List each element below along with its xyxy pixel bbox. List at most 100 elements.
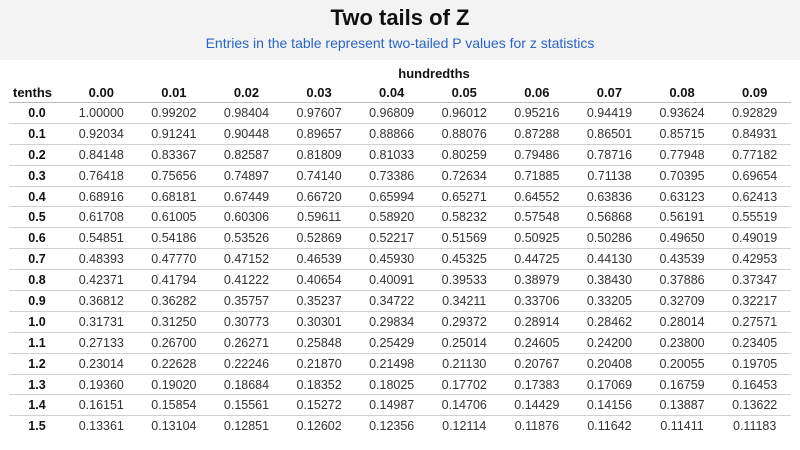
table-cell: 0.52869: [282, 227, 356, 249]
table-row: 0.0 1.00000 0.99202 0.98404 0.97607 0.96809 0.…: [9, 102, 791, 124]
column-header: 0.00: [88, 84, 114, 100]
table-cell: 0.11642: [573, 415, 646, 437]
table-cell: 0.47770: [137, 248, 211, 270]
table-cell: 0.77948: [645, 143, 719, 166]
table-body: 0.0 1.00000 0.99202 0.98404 0.97607 0.96809 0.…: [9, 102, 791, 437]
table-cell: 0.12851: [210, 415, 283, 437]
column-header: 0.07: [596, 84, 623, 100]
table-cell: 0.82587: [210, 143, 283, 166]
table-cell: 0.45930: [355, 248, 428, 270]
table-cell: 0.34722: [355, 290, 428, 312]
table-cell: 0.61708: [65, 206, 138, 228]
table-cell: 0.23800: [645, 331, 719, 354]
table-cell: 0.83367: [137, 143, 211, 166]
row-header: 1.2: [9, 352, 65, 375]
table-row: 0.7 0.48393 0.47770 0.47152 0.46539 0.45930 0.…: [9, 248, 791, 270]
table-cell: 0.35757: [210, 290, 283, 312]
table-cell: 0.14156: [573, 394, 646, 416]
table-cell: 0.14987: [355, 394, 428, 416]
column-header: 0.09: [742, 84, 768, 100]
table-cell: 0.91241: [137, 122, 211, 145]
table-cell: 0.16151: [65, 394, 138, 416]
table-cell: 0.12602: [282, 415, 356, 437]
table-cell: 0.56191: [645, 206, 719, 228]
table-cell: 0.49650: [645, 227, 719, 249]
row-header: 0.5: [9, 206, 65, 228]
table-row: 0.9 0.36812 0.36282 0.35757 0.35237 0.34722 0.…: [9, 290, 791, 312]
table-row: 1.2 0.23014 0.22628 0.22246 0.21870 0.21498 0.…: [9, 352, 791, 375]
z-table: tenths 0.00 0.01 0.02 0.03 0.04 0.05 0.06 0.07 0…: [9, 82, 791, 437]
table-row: 1.3 0.19360 0.19020 0.18684 0.18352 0.18025 0.…: [9, 373, 791, 395]
table-cell: 0.22628: [137, 352, 211, 375]
table-cell: 0.59611: [282, 206, 356, 228]
table-cell: 0.37347: [718, 269, 791, 291]
row-header-label: tenths: [13, 84, 52, 100]
table-cell: 0.57548: [500, 206, 574, 228]
table-cell: 0.21130: [427, 352, 501, 375]
row-header: 0.0: [9, 102, 65, 124]
z-table-container: hundredths tenths 0.00 0.01 0.02 0.03 0.04 0.…: [0, 60, 800, 437]
table-cell: 0.69654: [718, 164, 791, 187]
table-cell: 0.72634: [427, 164, 501, 187]
column-header: 0.02: [233, 84, 260, 100]
table-cell: 0.20767: [500, 352, 574, 375]
table-cell: 0.35237: [282, 290, 356, 312]
table-cell: 0.15854: [137, 394, 211, 416]
table-cell: 0.19705: [718, 352, 791, 375]
table-cell: 0.92829: [718, 102, 791, 124]
table-cell: 0.14706: [427, 394, 501, 416]
table-cell: 0.53526: [210, 227, 283, 249]
header-banner: Two tails of Z Entries in the table repr…: [0, 0, 800, 60]
table-cell: 0.26271: [210, 331, 283, 354]
table-cell: 0.99202: [137, 102, 211, 124]
table-cell: 0.65271: [427, 185, 501, 207]
table-cell: 0.33706: [500, 290, 574, 312]
header-row: tenths 0.00 0.01 0.02 0.03 0.04 0.05 0.06 0.07 0…: [9, 82, 791, 103]
row-header: 1.5: [9, 415, 65, 437]
table-cell: 0.13361: [65, 415, 138, 437]
table-cell: 0.68181: [137, 185, 211, 207]
row-header: 0.7: [9, 248, 65, 270]
page-title: Two tails of Z: [330, 5, 470, 30]
table-cell: 0.25429: [355, 331, 428, 354]
table-cell: 0.40091: [355, 269, 428, 291]
table-cell: 0.70395: [645, 164, 719, 187]
table-cell: 0.17702: [427, 373, 501, 395]
table-cell: 0.37886: [645, 269, 719, 291]
table-cell: 0.88076: [427, 122, 501, 145]
table-cell: 0.24200: [573, 331, 646, 354]
row-header: 1.1: [9, 331, 65, 354]
table-cell: 0.85715: [645, 122, 719, 145]
table-cell: 0.31731: [65, 310, 138, 333]
table-cell: 0.61005: [137, 206, 211, 228]
table-cell: 0.17069: [573, 373, 646, 395]
row-header: 1.4: [9, 394, 65, 416]
table-cell: 0.25848: [282, 331, 356, 354]
table-cell: 0.11876: [500, 415, 574, 437]
table-cell: 0.24605: [500, 331, 574, 354]
table-cell: 0.41794: [137, 269, 211, 291]
row-header: 0.4: [9, 185, 65, 207]
table-cell: 0.18025: [355, 373, 428, 395]
row-header: 0.1: [9, 122, 65, 145]
row-header: 0.8: [9, 269, 65, 291]
column-header: 0.06: [524, 84, 550, 100]
table-cell: 0.16453: [718, 373, 791, 395]
table-cell: 0.79486: [500, 143, 574, 166]
table-cell: 0.54186: [137, 227, 211, 249]
table-cell: 0.27133: [65, 331, 138, 354]
table-cell: 0.73386: [355, 164, 428, 187]
table-cell: 0.86501: [573, 122, 646, 145]
table-row: 1.4 0.16151 0.15854 0.15561 0.15272 0.14987 0.…: [9, 394, 791, 416]
table-cell: 0.65994: [355, 185, 428, 207]
table-cell: 0.76418: [65, 164, 138, 187]
table-cell: 0.13887: [645, 394, 719, 416]
table-cell: 0.75656: [137, 164, 211, 187]
table-cell: 0.16759: [645, 373, 719, 395]
table-cell: 0.13622: [718, 394, 791, 416]
table-cell: 0.94419: [573, 102, 646, 124]
table-cell: 0.58920: [355, 206, 428, 228]
table-cell: 0.80259: [427, 143, 501, 166]
row-header: 1.0: [9, 310, 65, 333]
table-cell: 0.42953: [718, 248, 791, 270]
